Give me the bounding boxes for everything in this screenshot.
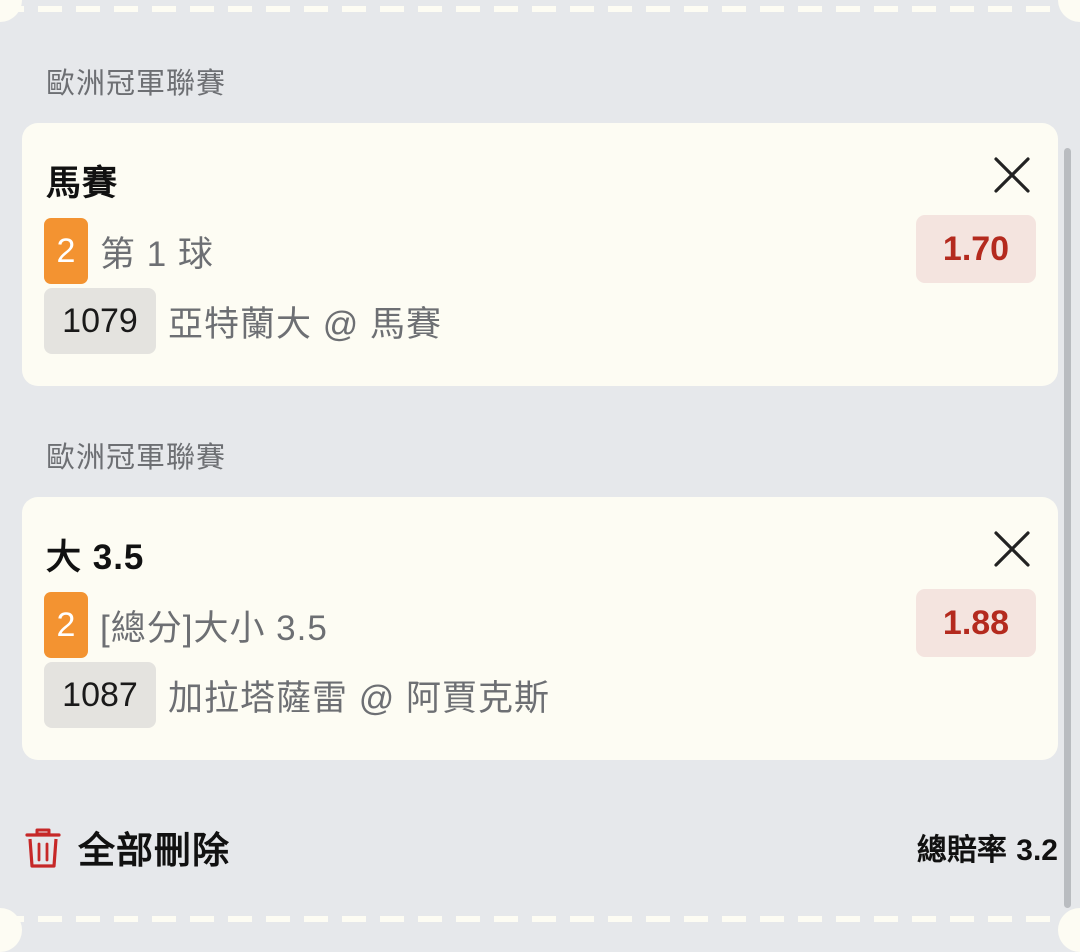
market-label: [總分]大小 3.5 bbox=[100, 608, 328, 648]
total-odds-label: 總賠率 bbox=[916, 834, 1007, 867]
ticket-top-edge bbox=[0, 6, 1080, 12]
match-teams: 亞特蘭大 @ 馬賽 bbox=[168, 304, 442, 344]
market-label: 第 1 球 bbox=[100, 234, 214, 274]
total-odds-value: 3.2 bbox=[1016, 834, 1058, 867]
quantity-badge: 2 bbox=[44, 592, 88, 658]
quantity-badge: 2 bbox=[44, 218, 88, 284]
odds-value: 1.70 bbox=[916, 215, 1036, 283]
delete-all-label: 全部刪除 bbox=[78, 830, 230, 871]
bet-selection-title: 大 3.5 bbox=[46, 538, 145, 577]
bet-card: 大 3.5 2 [總分]大小 3.5 1.88 1087 加拉塔薩雷 @ 阿賈克… bbox=[22, 497, 1058, 760]
close-icon[interactable] bbox=[992, 155, 1032, 195]
trash-icon bbox=[25, 828, 61, 868]
scrollbar[interactable] bbox=[1064, 148, 1071, 908]
close-icon[interactable] bbox=[992, 529, 1032, 569]
bet-card: 馬賽 2 第 1 球 1.70 1079 亞特蘭大 @ 馬賽 bbox=[22, 123, 1058, 386]
ticket-notch bbox=[1058, 0, 1080, 22]
delete-all-button[interactable]: 全部刪除 bbox=[24, 820, 230, 874]
match-number: 1079 bbox=[44, 288, 156, 354]
ticket-notch bbox=[1058, 908, 1080, 952]
total-odds: 總賠率 3.2 bbox=[917, 825, 1058, 869]
league-label: 歐洲冠軍聯賽 bbox=[46, 442, 227, 474]
match-number: 1087 bbox=[44, 662, 156, 728]
ticket-bottom-edge bbox=[0, 916, 1080, 922]
bet-selection-title: 馬賽 bbox=[46, 164, 119, 203]
odds-value: 1.88 bbox=[916, 589, 1036, 657]
league-label: 歐洲冠軍聯賽 bbox=[46, 68, 227, 100]
match-teams: 加拉塔薩雷 @ 阿賈克斯 bbox=[168, 678, 550, 718]
ticket-notch bbox=[0, 0, 22, 22]
ticket-notch bbox=[0, 908, 22, 952]
